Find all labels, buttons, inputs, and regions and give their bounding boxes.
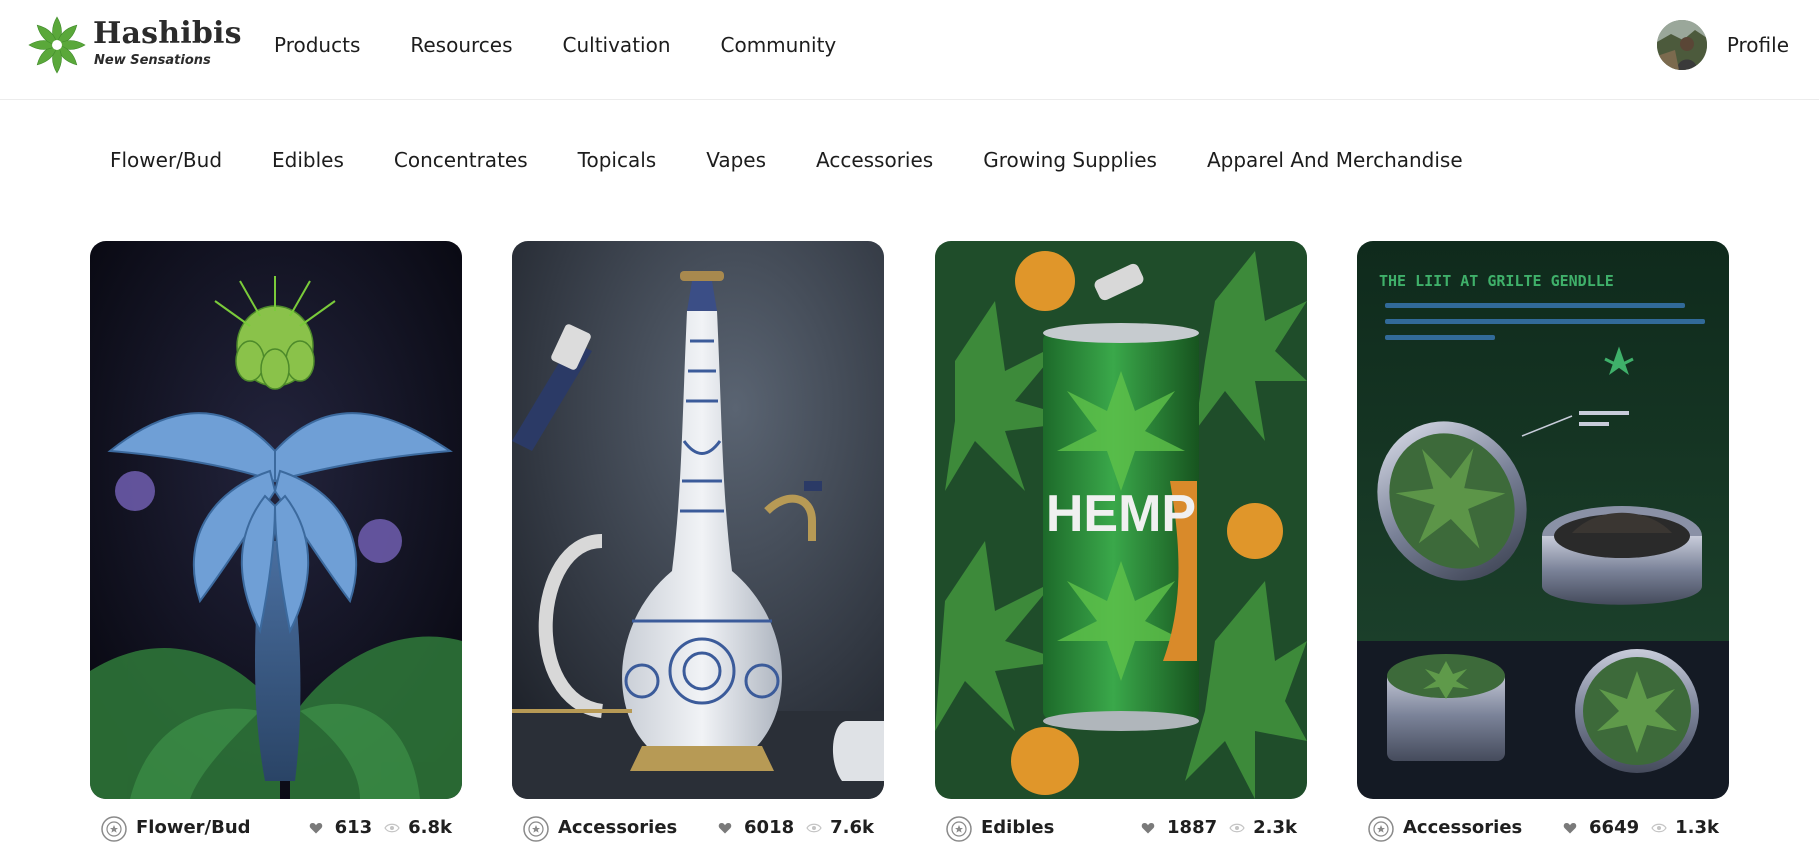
- category-edibles[interactable]: Edibles: [272, 148, 344, 172]
- card-stats: 6649 1.3k: [1563, 817, 1719, 838]
- product-card[interactable]: THE LIIT AT GRILTE GENDLLE Accessories 6…: [1357, 241, 1729, 846]
- card-image-hemp-can[interactable]: HEMP: [935, 241, 1307, 799]
- nav-products[interactable]: Products: [274, 33, 360, 57]
- logo-leaf-icon: [28, 16, 86, 74]
- like-count: 1887: [1167, 817, 1218, 838]
- category-badge-icon: [523, 816, 549, 842]
- like-count: 6649: [1589, 817, 1640, 838]
- card-meta: Accessories 6649 1.3k: [1357, 807, 1729, 846]
- like-count: 613: [334, 817, 373, 838]
- category-flower-bud[interactable]: Flower/Bud: [110, 148, 222, 172]
- category-accessories[interactable]: Accessories: [816, 148, 933, 172]
- card-image-flower[interactable]: [90, 241, 462, 799]
- card-category[interactable]: Accessories: [558, 817, 677, 838]
- eye-icon: [806, 823, 822, 832]
- card-category[interactable]: Edibles: [981, 817, 1054, 838]
- profile-label[interactable]: Profile: [1727, 33, 1789, 57]
- view-count: 6.8k: [408, 817, 452, 838]
- category-nav: Flower/Bud Edibles Concentrates Topicals…: [110, 140, 1513, 180]
- main-nav: Products Resources Cultivation Community: [274, 0, 886, 90]
- eye-icon: [1229, 823, 1245, 832]
- view-count: 2.3k: [1253, 817, 1297, 838]
- profile-menu[interactable]: Profile: [1656, 20, 1789, 70]
- nav-resources[interactable]: Resources: [410, 33, 512, 57]
- can-label: HEMP: [1046, 485, 1196, 543]
- card-image-grinder[interactable]: THE LIIT AT GRILTE GENDLLE: [1357, 241, 1729, 799]
- card-category[interactable]: Flower/Bud: [136, 817, 251, 838]
- nav-cultivation[interactable]: Cultivation: [563, 33, 671, 57]
- card-stats: 6018 7.6k: [718, 817, 874, 838]
- category-badge-icon: [946, 816, 972, 842]
- brand-logo[interactable]: Hashibis New Sensations: [28, 12, 242, 78]
- card-meta: Accessories 6018 7.6k: [512, 807, 884, 846]
- view-count: 7.6k: [830, 817, 874, 838]
- category-badge-icon: [1368, 816, 1394, 842]
- nav-community[interactable]: Community: [721, 33, 837, 57]
- heart-icon[interactable]: [1563, 821, 1577, 835]
- card-meta: Edibles 1887 2.3k: [935, 807, 1307, 846]
- heart-icon[interactable]: [309, 821, 323, 835]
- product-card[interactable]: Accessories 6018 7.6k: [512, 241, 884, 846]
- grinder-heading: THE LIIT AT GRILTE GENDLLE: [1379, 272, 1614, 290]
- card-stats: 1887 2.3k: [1141, 817, 1297, 838]
- logo-title: Hashibis: [93, 16, 242, 51]
- category-apparel-merchandise[interactable]: Apparel And Merchandise: [1207, 148, 1463, 172]
- card-category[interactable]: Accessories: [1403, 817, 1522, 838]
- eye-icon: [384, 823, 400, 832]
- product-card[interactable]: HEMP Edibles 1887 2.3k: [935, 241, 1307, 846]
- avatar[interactable]: [1656, 20, 1707, 70]
- heart-icon[interactable]: [1141, 821, 1155, 835]
- card-image-water-pipe[interactable]: [512, 241, 884, 799]
- like-count: 6018: [744, 817, 795, 838]
- card-meta: Flower/Bud 613 6.8k: [90, 807, 462, 846]
- product-card[interactable]: Flower/Bud 613 6.8k: [90, 241, 462, 846]
- category-vapes[interactable]: Vapes: [706, 148, 766, 172]
- category-topicals[interactable]: Topicals: [578, 148, 657, 172]
- heart-icon[interactable]: [718, 821, 732, 835]
- card-stats: 613 6.8k: [309, 817, 452, 838]
- view-count: 1.3k: [1675, 817, 1719, 838]
- category-badge-icon: [101, 816, 127, 842]
- category-growing-supplies[interactable]: Growing Supplies: [983, 148, 1157, 172]
- top-header: Hashibis New Sensations Products Resourc…: [0, 0, 1819, 100]
- category-concentrates[interactable]: Concentrates: [394, 148, 528, 172]
- eye-icon: [1651, 823, 1667, 832]
- logo-subtitle: New Sensations: [94, 53, 211, 68]
